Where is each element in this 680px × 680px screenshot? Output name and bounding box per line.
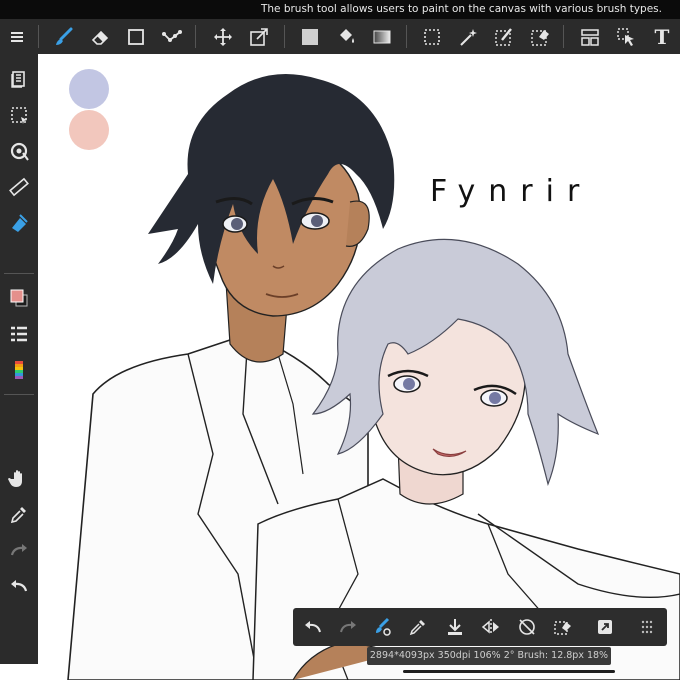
redo-icon[interactable] bbox=[0, 533, 38, 567]
menu-icon[interactable] bbox=[0, 19, 34, 54]
pointer-icon[interactable] bbox=[609, 19, 643, 54]
layers-icon[interactable] bbox=[0, 62, 38, 96]
ruler-icon[interactable] bbox=[0, 170, 38, 204]
fill-color-icon[interactable] bbox=[293, 19, 327, 54]
text-tool-label: T bbox=[654, 24, 670, 49]
snap-icon[interactable] bbox=[0, 134, 38, 168]
palette-swatch-blue bbox=[69, 69, 109, 109]
select-edit-icon[interactable] bbox=[546, 608, 580, 646]
layout-icon[interactable] bbox=[573, 19, 607, 54]
select-eraser-icon[interactable] bbox=[523, 19, 557, 54]
status-readout: 2894*4093px 350dpi 106% 2° Brush: 12.8px… bbox=[367, 647, 611, 665]
gradient-icon[interactable] bbox=[365, 19, 399, 54]
brush-icon[interactable] bbox=[47, 19, 81, 54]
selection-icon[interactable] bbox=[415, 19, 449, 54]
top-toolbar: T bbox=[0, 19, 680, 55]
color-swatch-icon[interactable] bbox=[0, 281, 38, 315]
no-rotate-icon[interactable] bbox=[510, 608, 544, 646]
left-sidebar bbox=[0, 54, 38, 664]
quick-action-bar bbox=[293, 608, 667, 646]
move-icon[interactable] bbox=[206, 19, 240, 54]
undo-icon[interactable] bbox=[0, 569, 38, 603]
download-icon[interactable] bbox=[438, 608, 472, 646]
artwork-title: Fynrir bbox=[430, 174, 593, 209]
redo-icon[interactable] bbox=[331, 608, 365, 646]
lasso-dots-icon[interactable] bbox=[155, 19, 189, 54]
drawing-canvas[interactable]: Fynrir bbox=[38, 54, 680, 680]
eyedropper-icon[interactable] bbox=[0, 497, 38, 531]
grid-dots-icon[interactable] bbox=[630, 608, 664, 646]
artwork bbox=[67, 69, 680, 680]
select-pen-icon[interactable] bbox=[487, 19, 521, 54]
brush-settings-icon[interactable] bbox=[366, 608, 400, 646]
eyedropper-icon[interactable] bbox=[401, 608, 435, 646]
hand-icon[interactable] bbox=[0, 461, 38, 495]
home-indicator bbox=[403, 670, 615, 673]
selection-area-icon[interactable] bbox=[0, 98, 38, 132]
rainbow-icon[interactable] bbox=[0, 353, 38, 387]
eraser-icon[interactable] bbox=[83, 19, 117, 54]
rectangle-icon[interactable] bbox=[119, 19, 153, 54]
tooltip-text: The brush tool allows users to paint on … bbox=[0, 0, 680, 19]
bucket-icon[interactable] bbox=[329, 19, 363, 54]
expand-icon[interactable] bbox=[588, 608, 622, 646]
undo-icon[interactable] bbox=[296, 608, 330, 646]
layer-list-icon[interactable] bbox=[0, 317, 38, 351]
text-icon[interactable]: T bbox=[645, 19, 679, 54]
palette-swatch-pink bbox=[69, 110, 109, 150]
transform-icon[interactable] bbox=[242, 19, 276, 54]
fill-tool-icon[interactable] bbox=[0, 206, 38, 240]
flip-icon[interactable] bbox=[474, 608, 508, 646]
magic-wand-icon[interactable] bbox=[451, 19, 485, 54]
